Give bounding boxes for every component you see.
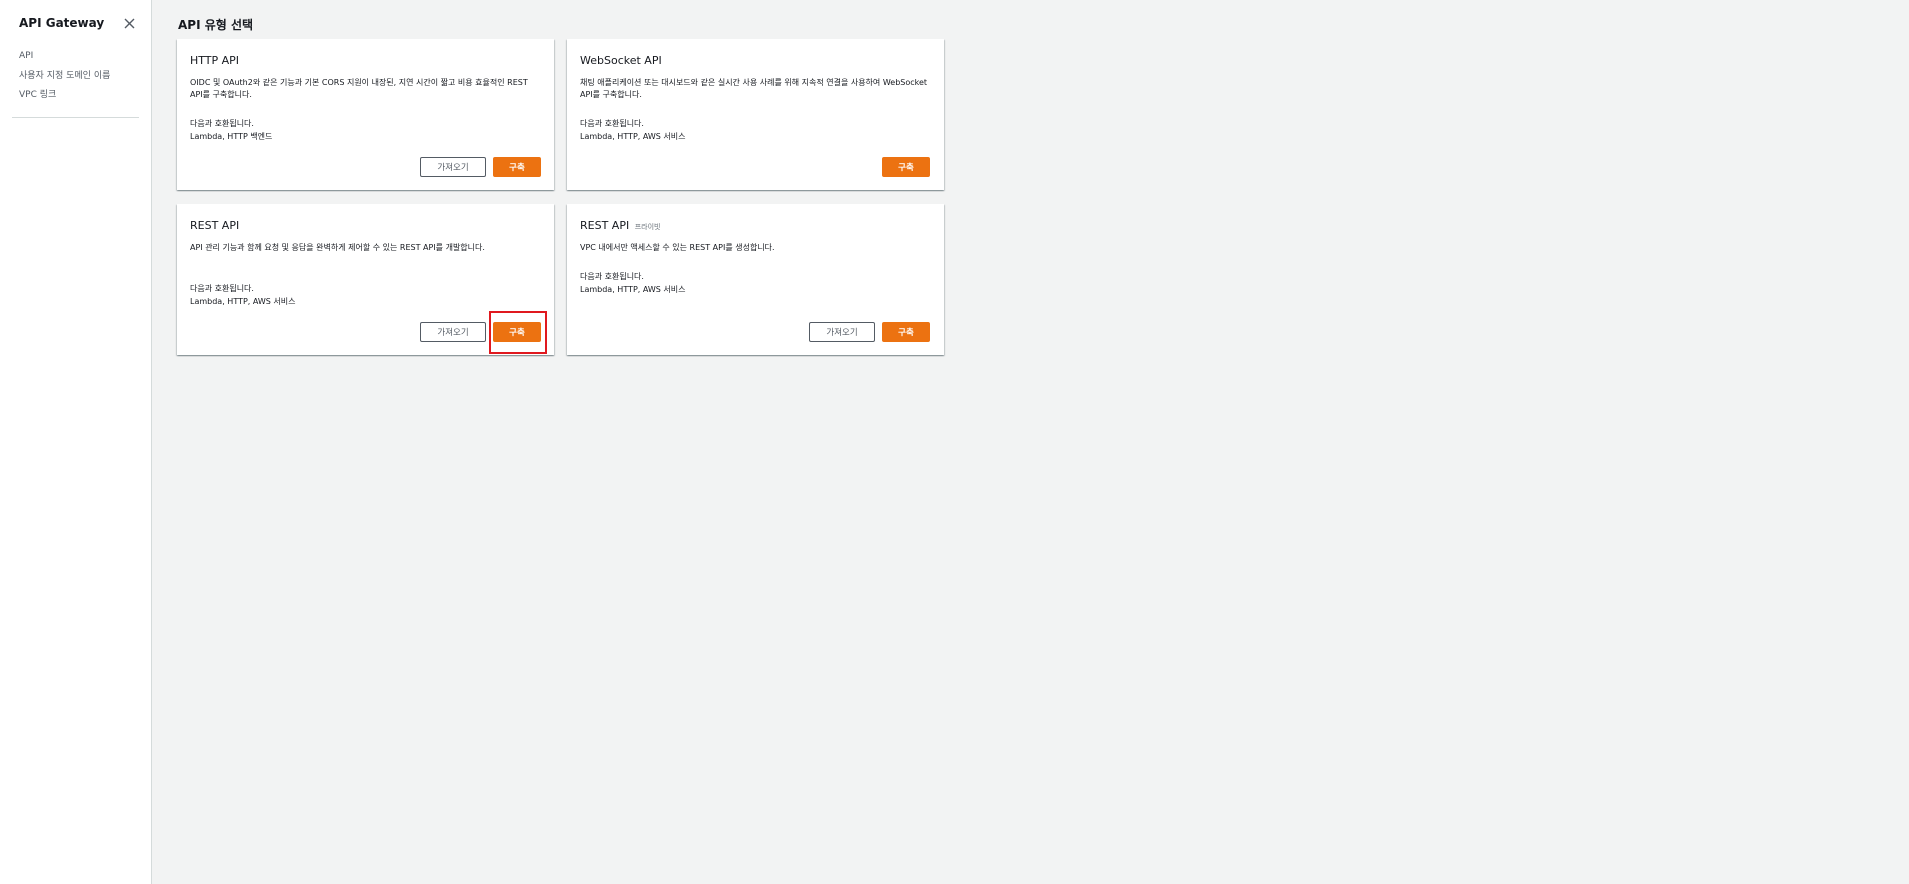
card-title-text: REST API <box>580 219 630 232</box>
page-title: API 유형 선택 <box>178 18 254 32</box>
card-subtitle: 프라이빗 <box>634 223 661 231</box>
card-compat: 다음과 호환됩니다. Lambda, HTTP 백엔드 <box>190 117 272 143</box>
build-button[interactable]: 구축 <box>493 322 541 342</box>
compat-value: Lambda, HTTP, AWS 서비스 <box>580 132 686 141</box>
compat-value: Lambda, HTTP, AWS 서비스 <box>190 297 296 306</box>
compat-label: 다음과 호환됩니다. <box>580 272 644 281</box>
sidebar-item-vpc-link[interactable]: VPC 링크 <box>19 87 139 107</box>
compat-value: Lambda, HTTP 백엔드 <box>190 132 273 141</box>
card-title-text: WebSocket API <box>580 54 662 67</box>
card-compat: 다음과 호환됩니다. Lambda, HTTP, AWS 서비스 <box>190 282 296 308</box>
sidebar-title: API Gateway <box>19 16 105 30</box>
card-description: OIDC 및 OAuth2와 같은 기능과 기본 CORS 지원이 내장된, 지… <box>190 78 528 99</box>
build-button[interactable]: 구축 <box>882 157 930 177</box>
card-rest-api-private: REST API 프라이빗 VPC 내에서만 액세스할 수 있는 REST AP… <box>567 204 944 355</box>
card-title-text: REST API <box>190 219 240 232</box>
card-compat: 다음과 호환됩니다. Lambda, HTTP, AWS 서비스 <box>580 117 686 143</box>
card-description: API 관리 기능과 함께 요청 및 응답을 완벽하게 제어할 수 있는 RES… <box>190 243 485 252</box>
sidebar-divider <box>12 117 139 118</box>
card-title: HTTP API <box>190 54 239 67</box>
card-description: 채팅 애플리케이션 또는 대시보드와 같은 실시간 사용 사례를 위해 지속적 … <box>580 78 928 99</box>
card-description: VPC 내에서만 액세스할 수 있는 REST API를 생성합니다. <box>580 243 775 252</box>
compat-label: 다음과 호환됩니다. <box>190 284 254 293</box>
card-compat: 다음과 호환됩니다. Lambda, HTTP, AWS 서비스 <box>580 270 686 296</box>
build-button[interactable]: 구축 <box>882 322 930 342</box>
sidebar-nav: API 사용자 지정 도메인 이름 VPC 링크 <box>19 48 139 107</box>
import-button[interactable]: 가져오기 <box>420 322 486 342</box>
card-title: REST API 프라이빗 <box>580 219 660 232</box>
sidebar-header: API Gateway <box>19 12 137 34</box>
card-websocket-api: WebSocket API 채팅 애플리케이션 또는 대시보드와 같은 실시간 … <box>567 39 944 190</box>
import-button[interactable]: 가져오기 <box>420 157 486 177</box>
compat-value: Lambda, HTTP, AWS 서비스 <box>580 285 686 294</box>
card-title: REST API <box>190 219 239 232</box>
sidebar: API Gateway API 사용자 지정 도메인 이름 VPC 링크 <box>0 0 152 884</box>
card-title: WebSocket API <box>580 54 662 67</box>
sidebar-item-api[interactable]: API <box>19 48 139 68</box>
card-rest-api: REST API API 관리 기능과 함께 요청 및 응답을 완벽하게 제어할… <box>177 204 554 355</box>
card-http-api: HTTP API OIDC 및 OAuth2와 같은 기능과 기본 CORS 지… <box>177 39 554 190</box>
compat-label: 다음과 호환됩니다. <box>190 119 254 128</box>
card-title-text: HTTP API <box>190 54 240 67</box>
build-button[interactable]: 구축 <box>493 157 541 177</box>
close-icon[interactable] <box>121 15 137 31</box>
sidebar-item-custom-domain[interactable]: 사용자 지정 도메인 이름 <box>19 68 139 88</box>
compat-label: 다음과 호환됩니다. <box>580 119 644 128</box>
import-button[interactable]: 가져오기 <box>809 322 875 342</box>
